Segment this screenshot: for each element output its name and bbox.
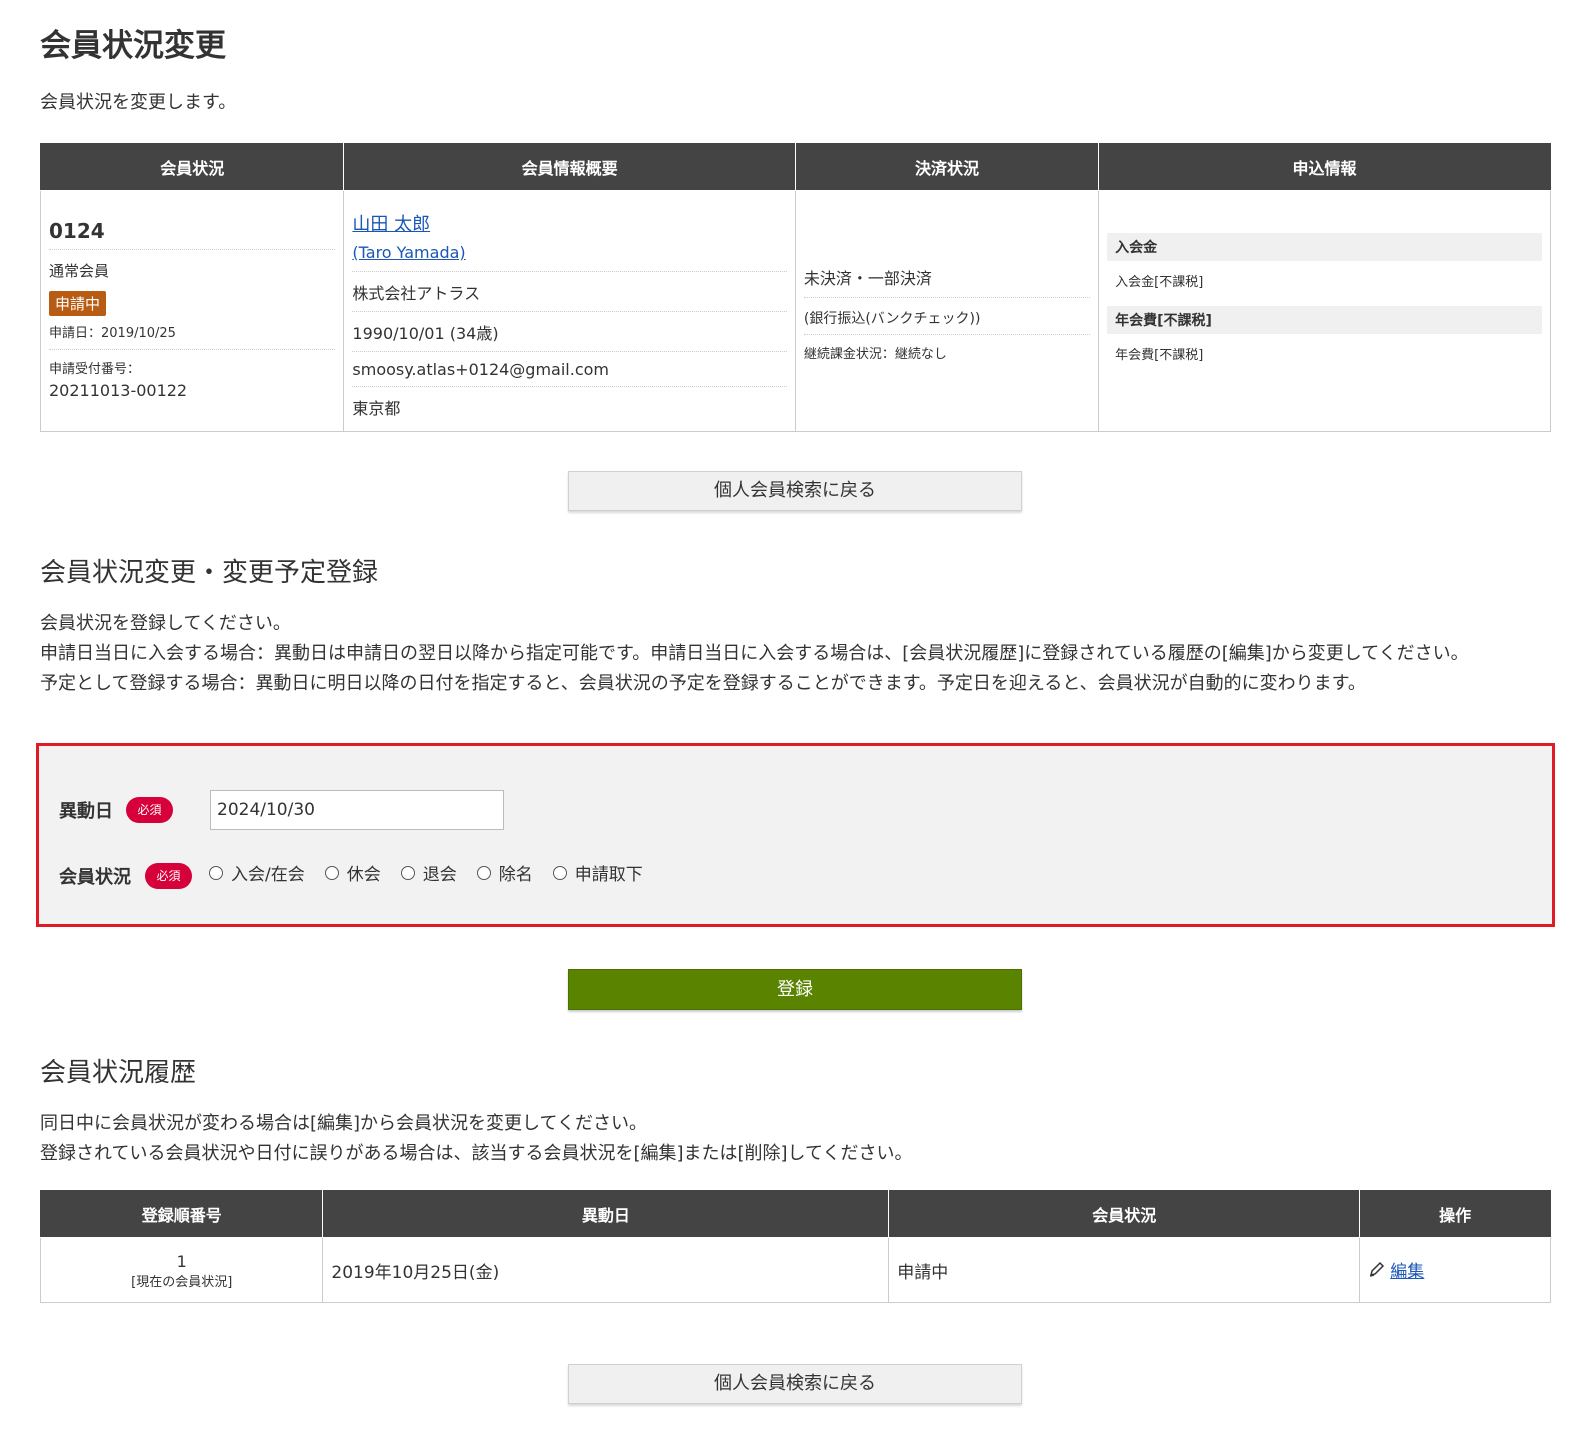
member-birthday: 1990/10/01 (34歳)	[352, 312, 787, 352]
back-to-search-button[interactable]: 個人会員検索に戻る	[568, 471, 1022, 511]
radio-circle[interactable]	[209, 865, 223, 880]
back-to-search-button-bottom[interactable]: 個人会員検索に戻る	[568, 1364, 1022, 1404]
apply-date: 申請日：2019/10/25	[49, 316, 336, 350]
radio-withdraw[interactable]: 退会	[400, 860, 457, 885]
header-register-order: 登録順番号	[39, 1190, 324, 1238]
page-description: 会員状況を変更します。	[40, 92, 237, 113]
status-radio-group: 入会/在会 休会 退会 除名 申請取下	[209, 860, 663, 885]
date-required-badge: 必須	[126, 797, 173, 823]
entry-fee-detail: 入会金[不課税]	[1115, 275, 1204, 290]
change-date-input[interactable]	[210, 790, 504, 830]
history-operation-cell: 編集	[1359, 1237, 1551, 1303]
entry-fee-heading: 入会金	[1107, 233, 1542, 261]
radio-cancel-application[interactable]: 申請取下	[552, 860, 643, 885]
member-company: 株式会社アトラス	[352, 272, 787, 312]
header-member-info: 会員情報概要	[343, 143, 796, 191]
register-section-description: 会員状況を登録してください。 申請日当日に入会する場合：異動日は申請日の翌日以降…	[40, 609, 1551, 699]
radio-join[interactable]: 入会/在会	[209, 860, 305, 885]
member-prefecture: 東京都	[352, 399, 401, 418]
register-desc-1: 会員状況を登録してください。	[40, 613, 291, 634]
annual-fee-heading: 年会費[不課税]	[1107, 306, 1542, 334]
receipt-label: 申請受付番号：	[49, 362, 141, 377]
radio-suspend[interactable]: 休会	[324, 860, 381, 885]
annual-fee-detail: 年会費[不課税]	[1115, 348, 1204, 363]
history-desc-1: 同日中に会員状況が変わる場合は[編集]から会員状況を変更してください。	[40, 1113, 647, 1134]
history-desc-2: 登録されている会員状況や日付に誤りがある場合は、該当する会員状況を[編集]または…	[40, 1143, 913, 1164]
register-section-title: 会員状況変更・変更予定登録	[40, 558, 379, 588]
history-table: 登録順番号 異動日 会員状況 操作 1 [現在の会員状況] 2019年10月25…	[39, 1190, 1551, 1303]
payment-status: 未決済・一部決済	[803, 191, 1091, 298]
history-order-number: 1	[176, 1252, 187, 1271]
status-badge: 申請中	[49, 291, 107, 316]
radio-circle[interactable]	[324, 865, 339, 880]
payment-status-cell: 未決済・一部決済 (銀行振込(バンクチェック)) 継続課金状況：継続なし	[794, 190, 1100, 432]
header-operation: 操作	[1359, 1190, 1551, 1238]
radio-circle[interactable]	[400, 865, 415, 880]
register-desc-2: 申請日当日に入会する場合：異動日は申請日の翌日以降から指定可能です。申請日当日に…	[40, 643, 1469, 664]
radio-expel[interactable]: 除名	[476, 860, 533, 885]
status-label: 会員状況	[59, 867, 131, 888]
application-info-cell: 入会金 入会金[不課税] 年会費[不課税] 年会費[不課税]	[1098, 190, 1551, 432]
header-application-info: 申込情報	[1098, 143, 1551, 191]
payment-method: (銀行振込(バンクチェック))	[803, 298, 1091, 335]
member-email: smoosy.atlas+0124@gmail.com	[352, 352, 787, 387]
member-number: 0124	[49, 191, 336, 250]
history-section-description: 同日中に会員状況が変わる場合は[編集]から会員状況を変更してください。 登録され…	[40, 1109, 912, 1169]
member-name-link[interactable]: 山田 太郎	[352, 214, 430, 235]
register-desc-3: 予定として登録する場合：異動日に明日以降の日付を指定すると、会員状況の予定を登録…	[40, 673, 1366, 694]
history-order-cell: 1 [現在の会員状況]	[39, 1237, 324, 1303]
history-date: 2019年10月25日(金)	[322, 1237, 890, 1303]
pencil-icon	[1370, 1262, 1385, 1277]
table-row: 1 [現在の会員状況] 2019年10月25日(金) 申請中 編集	[39, 1237, 1551, 1303]
date-label: 異動日	[59, 801, 113, 822]
member-status-cell: 0124 通常会員 申請中 申請日：2019/10/25 申請受付番号： 202…	[39, 190, 345, 432]
header-status: 会員状況	[888, 1190, 1361, 1238]
member-romaji-link[interactable]: (Taro Yamada)	[352, 243, 465, 262]
header-payment-status: 決済状況	[794, 143, 1100, 191]
register-button[interactable]: 登録	[568, 969, 1022, 1010]
receipt-number: 20211013-00122	[49, 381, 188, 400]
member-info-cell: 山田 太郎 (Taro Yamada) 株式会社アトラス 1990/10/01 …	[343, 190, 796, 432]
recurring-status: 継続課金状況：継続なし	[803, 347, 947, 362]
status-required-badge: 必須	[145, 863, 192, 889]
member-name-block: 山田 太郎 (Taro Yamada)	[352, 191, 787, 272]
edit-link[interactable]: 編集	[1368, 1257, 1424, 1282]
edit-link-label[interactable]: 編集	[1390, 1257, 1424, 1282]
status-change-form: 異動日 必須 会員状況 必須 入会/在会 休会 退会 除名 申請取下	[36, 743, 1555, 927]
history-current-label: [現在の会員状況]	[131, 1275, 233, 1290]
member-type: 通常会員	[49, 262, 110, 280]
radio-circle[interactable]	[552, 865, 567, 880]
header-change-date: 異動日	[322, 1190, 890, 1238]
radio-circle[interactable]	[476, 865, 491, 880]
header-member-status: 会員状況	[39, 143, 345, 191]
history-section-title: 会員状況履歴	[40, 1058, 197, 1088]
history-status: 申請中	[888, 1237, 1361, 1303]
member-summary-table: 会員状況 会員情報概要 決済状況 申込情報 0124 通常会員 申請中 申請日：…	[39, 143, 1551, 432]
page-title: 会員状況変更	[40, 28, 226, 64]
